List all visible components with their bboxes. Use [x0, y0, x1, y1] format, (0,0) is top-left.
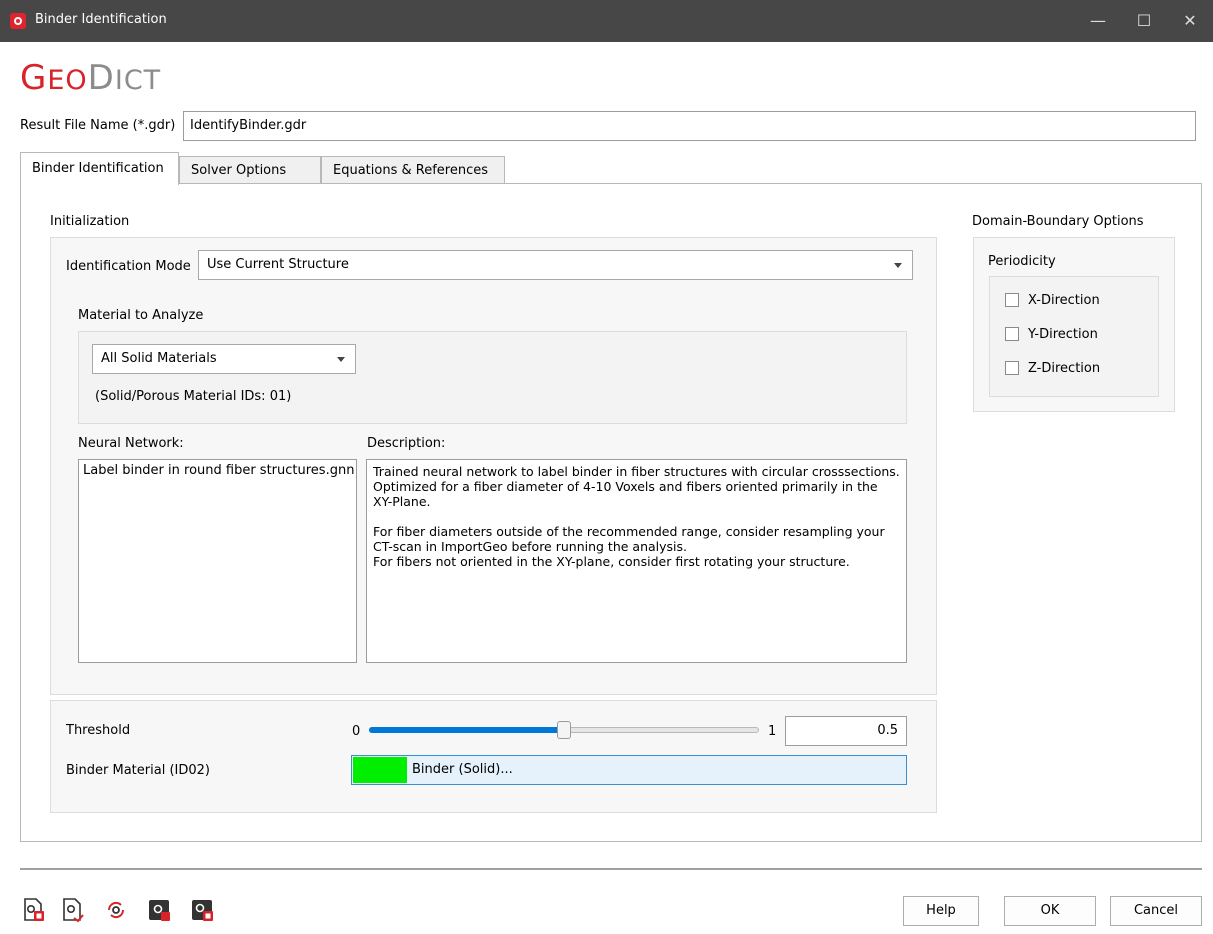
description-line: Trained neural network to label binder i… [373, 464, 900, 479]
material-color-swatch [353, 757, 407, 783]
ok-button[interactable]: OK [1004, 896, 1096, 926]
geodict-app-icon [10, 13, 26, 29]
chevron-down-icon [894, 263, 902, 268]
reset-settings-icon[interactable] [104, 897, 128, 923]
load-settings-icon[interactable] [22, 897, 46, 923]
identification-mode-label: Identification Mode [66, 259, 191, 274]
binder-material-text: Binder (Solid)... [412, 762, 513, 777]
identification-mode-dropdown[interactable]: Use Current Structure [198, 250, 913, 280]
footer-separator [20, 868, 1202, 870]
tab-solver-options[interactable]: Solver Options [179, 156, 321, 185]
minimize-button[interactable]: — [1075, 0, 1121, 42]
chevron-down-icon [337, 357, 345, 362]
description-line: Optimized for a fiber diameter of 4-10 V… [373, 479, 878, 509]
initialization-title: Initialization [50, 214, 130, 229]
y-direction-checkbox[interactable] [1005, 327, 1019, 341]
help-button[interactable]: Help [903, 896, 979, 926]
window-title: Binder Identification [35, 12, 167, 27]
maximize-button[interactable]: ☐ [1121, 0, 1167, 42]
identification-mode-value: Use Current Structure [207, 257, 349, 272]
material-value: All Solid Materials [101, 351, 217, 366]
tab-binder-identification[interactable]: Binder Identification [20, 152, 179, 185]
z-direction-checkbox[interactable] [1005, 361, 1019, 375]
description-label: Description: [367, 436, 446, 451]
save-settings-icon[interactable] [61, 897, 85, 923]
threshold-value-input[interactable]: 0.5 [785, 716, 907, 746]
x-direction-checkbox[interactable] [1005, 293, 1019, 307]
macro-record-icon[interactable] [147, 897, 171, 923]
macro-export-icon[interactable] [190, 897, 214, 923]
material-dropdown[interactable]: All Solid Materials [92, 344, 356, 374]
threshold-min-label: 0 [352, 724, 361, 739]
periodicity-label: Periodicity [988, 254, 1056, 269]
threshold-max-label: 1 [768, 724, 777, 739]
material-to-analyze-label: Material to Analyze [78, 308, 204, 323]
result-file-input[interactable]: IdentifyBinder.gdr [183, 111, 1196, 141]
y-direction-label: Y-Direction [1028, 327, 1098, 342]
material-ids-note: (Solid/Porous Material IDs: 01) [95, 389, 292, 404]
cancel-button[interactable]: Cancel [1110, 896, 1202, 926]
x-direction-label: X-Direction [1028, 293, 1100, 308]
description-line: For fibers not oriented in the XY-plane,… [373, 554, 850, 569]
close-button[interactable]: ✕ [1167, 0, 1213, 42]
binder-material-label: Binder Material (ID02) [66, 763, 210, 778]
tab-equations-references[interactable]: Equations & References [321, 156, 505, 185]
window-titlebar: Binder Identification — ☐ ✕ [0, 0, 1213, 42]
threshold-slider-handle[interactable] [557, 721, 571, 739]
description-line: For fiber diameters outside of the recom… [373, 524, 885, 554]
domain-boundary-title: Domain-Boundary Options [972, 214, 1144, 229]
geodict-logo: GEODICT [20, 58, 162, 98]
threshold-label: Threshold [66, 723, 131, 738]
description-line [373, 509, 900, 524]
binder-material-button[interactable]: Binder (Solid)... [351, 755, 907, 785]
neural-network-list[interactable]: Label binder in round fiber structures.g… [78, 459, 357, 663]
threshold-slider-fill [369, 727, 566, 733]
list-item[interactable]: Label binder in round fiber structures.g… [83, 463, 354, 478]
z-direction-label: Z-Direction [1028, 361, 1101, 376]
description-box: Trained neural network to label binder i… [366, 459, 907, 663]
neural-network-label: Neural Network: [78, 436, 184, 451]
result-file-label: Result File Name (*.gdr) [20, 118, 176, 133]
